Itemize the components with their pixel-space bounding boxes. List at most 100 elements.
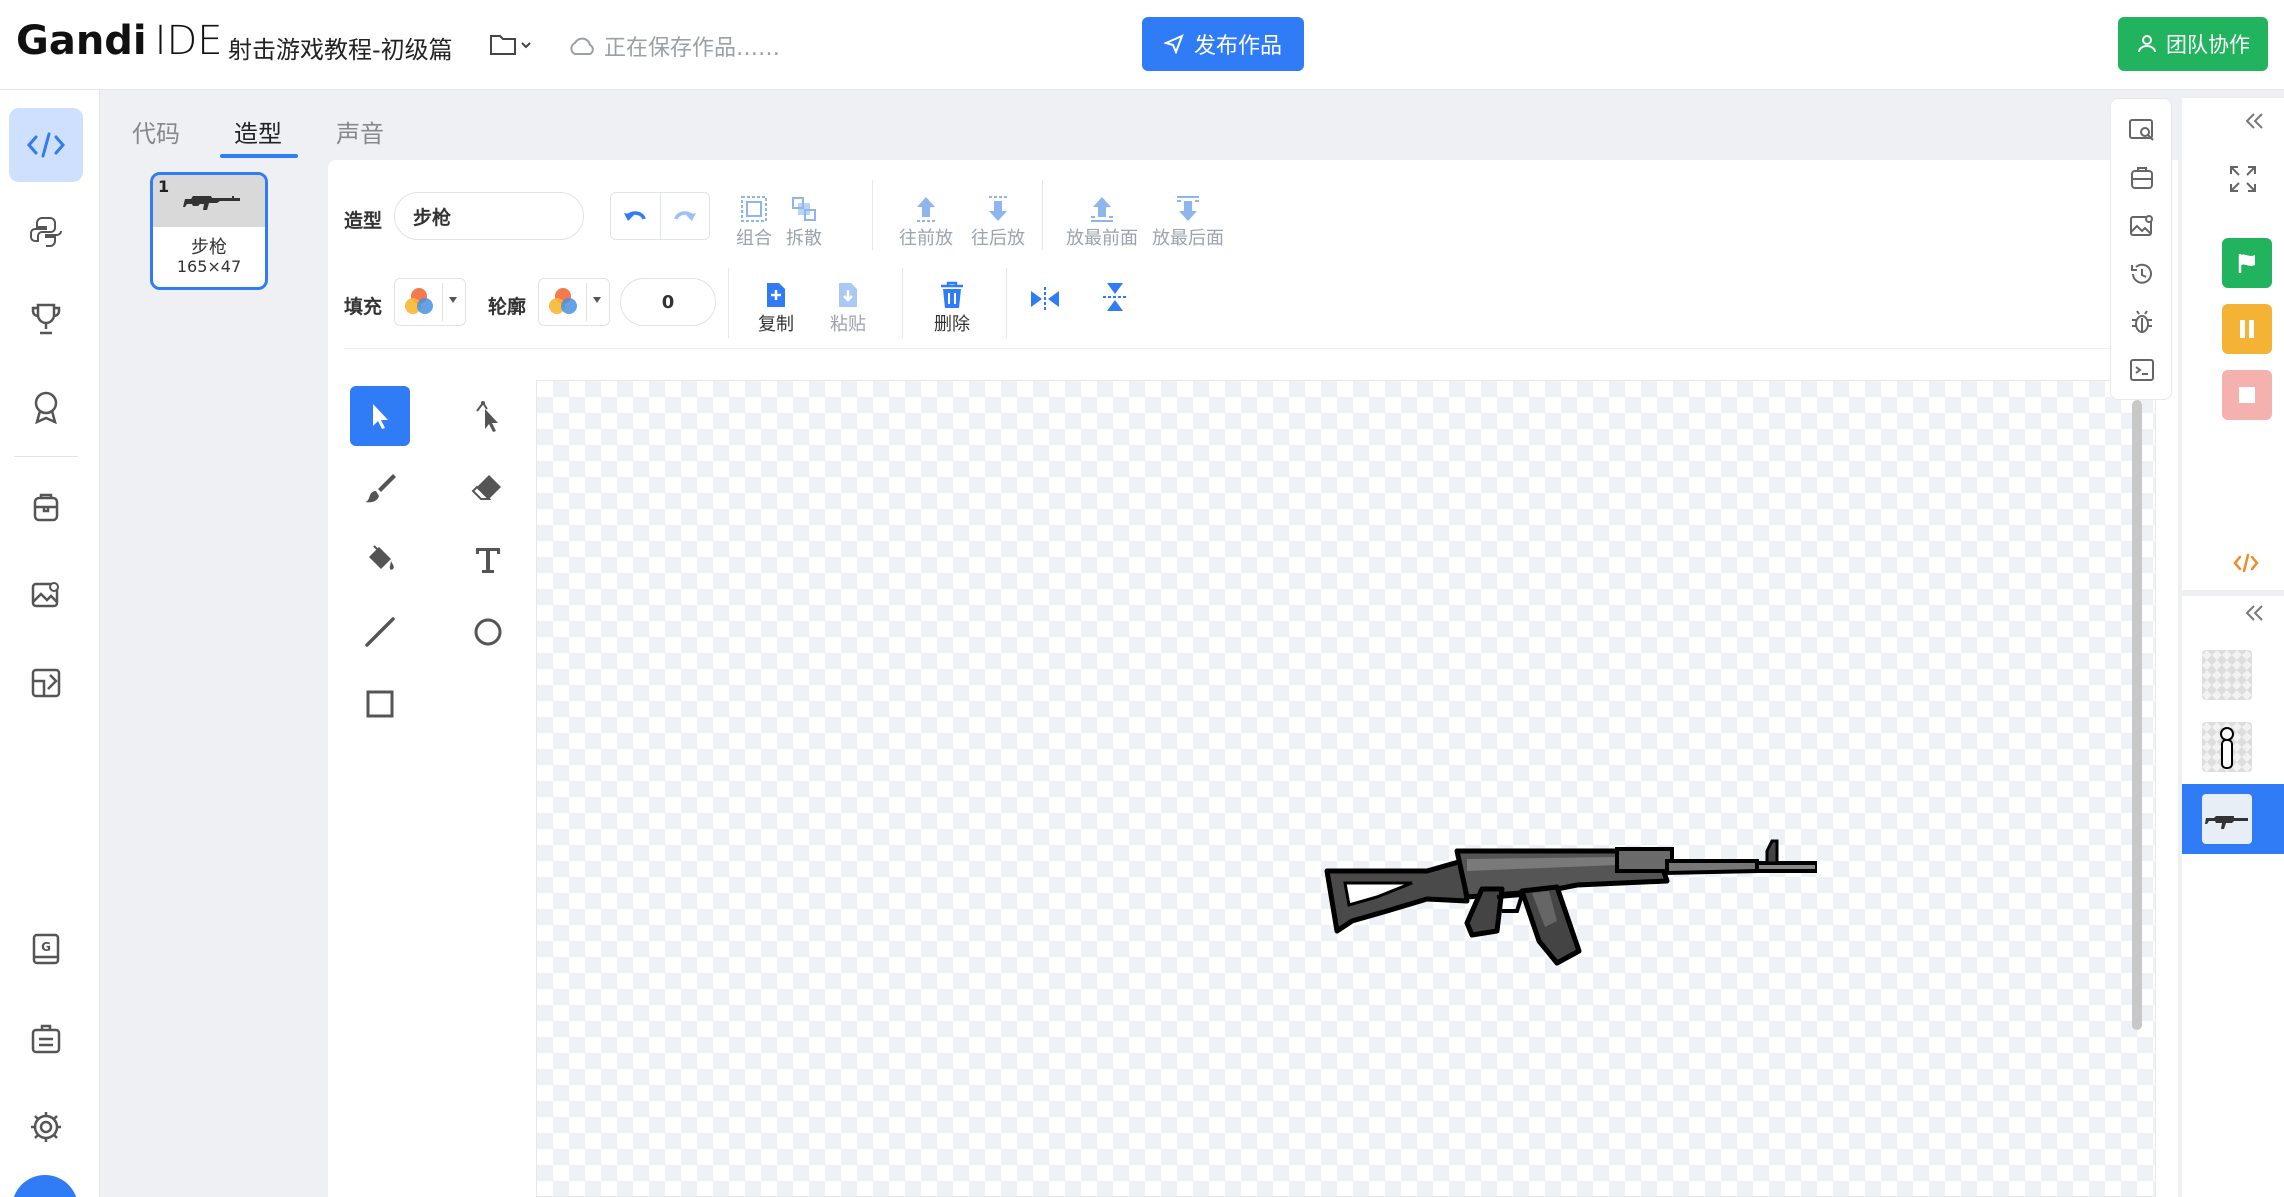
flag-icon (2238, 254, 2255, 273)
costume-thumbnail (153, 175, 265, 227)
rail-achievements-button[interactable] (9, 282, 83, 356)
line-icon (365, 617, 395, 647)
sprite-thumb-stage[interactable] (2202, 650, 2252, 700)
paint-canvas[interactable] (536, 380, 2156, 1197)
ungroup-button[interactable]: 拆散 (768, 182, 840, 250)
code-small-icon[interactable] (2232, 552, 2260, 574)
paste-button[interactable]: 粘贴 (812, 268, 884, 336)
side-tools-panel (2110, 98, 2172, 400)
chevron-double-left-icon[interactable] (2238, 598, 2268, 628)
tab-costumes[interactable]: 造型 (234, 114, 282, 149)
costume-item[interactable]: 1 步枪 165×47 (150, 172, 268, 290)
bug-icon (2132, 310, 2152, 333)
brush-tool[interactable] (350, 458, 410, 518)
publish-button[interactable]: 发布作品 (1142, 17, 1304, 71)
rifle-thumbnail-icon (183, 196, 240, 210)
rail-design-button[interactable] (9, 646, 83, 720)
brush-icon (365, 474, 396, 503)
circle-tool[interactable] (458, 602, 518, 662)
rectangle-tool[interactable] (350, 674, 410, 734)
pause-icon (2240, 320, 2254, 338)
toolbar-divider (1042, 180, 1043, 250)
toolbar-divider (902, 268, 903, 338)
rail-backpack-button[interactable] (9, 470, 83, 544)
flip-vertical-button[interactable] (1090, 272, 1140, 314)
app-logo[interactable]: Gandi IDE (16, 18, 223, 64)
line-tool[interactable] (350, 602, 410, 662)
undo-redo-group (610, 192, 710, 240)
fill-color-picker[interactable] (394, 278, 466, 326)
backward-button[interactable]: 往后放 (962, 182, 1034, 250)
asset-library-button[interactable] (2127, 211, 2157, 241)
rail-guide-button[interactable]: G (9, 912, 83, 986)
costume-index: 1 (158, 177, 170, 196)
costume-name-input[interactable]: 步枪 (394, 192, 584, 240)
toolbar-divider (872, 180, 873, 250)
history-button[interactable] (2127, 259, 2157, 289)
delete-button[interactable]: 删除 (916, 268, 988, 336)
undo-icon (624, 211, 646, 221)
save-status: 正在保存作品…… (568, 30, 780, 62)
costume-size: 165×47 (176, 257, 242, 276)
rail-badge-button[interactable] (9, 370, 83, 444)
search-button[interactable] (2127, 115, 2157, 145)
eraser-tool[interactable] (458, 458, 518, 518)
history-icon (2131, 263, 2152, 284)
paint-bucket-icon (369, 545, 394, 570)
chevron-double-left-icon[interactable] (2238, 106, 2268, 136)
send-to-back-button[interactable]: 放最后面 (1140, 182, 1236, 250)
redo-icon (674, 211, 696, 221)
outline-label: 轮廓 (488, 296, 527, 318)
forward-button[interactable]: 往前放 (890, 182, 962, 250)
rail-settings-button[interactable] (9, 1090, 83, 1164)
debug-button[interactable] (2127, 307, 2157, 337)
search-panel-icon (2129, 119, 2154, 141)
text-tool[interactable] (458, 530, 518, 590)
green-flag-button[interactable] (2222, 238, 2272, 288)
rail-code-button[interactable] (9, 108, 83, 182)
toolbar-divider (728, 268, 729, 338)
copy-button[interactable]: 复制 (740, 268, 812, 336)
terminal-icon (2130, 359, 2154, 381)
reshape-tool[interactable] (458, 386, 518, 446)
folder-icon (490, 35, 531, 55)
cursor-arrow-icon (373, 404, 388, 429)
rail-divider (14, 456, 78, 457)
folder-menu-button[interactable] (488, 30, 534, 60)
project-title[interactable]: 射击游戏教程-初级篇 (228, 30, 453, 65)
color-wheel-icon (405, 288, 433, 314)
outline-width-input[interactable]: 0 (620, 278, 716, 326)
python-icon (30, 217, 62, 247)
fill-tool[interactable] (350, 530, 410, 590)
sprite-thumb-character[interactable] (2202, 722, 2252, 772)
team-collaboration-button[interactable]: 团队协作 (2118, 17, 2268, 71)
tab-code[interactable]: 代码 (132, 114, 180, 149)
ungroup-icon (792, 197, 816, 221)
tab-sounds[interactable]: 声音 (336, 114, 384, 149)
editor-tabs: 代码 造型 声音 (100, 90, 2180, 158)
trophy-icon (31, 303, 61, 335)
backpack-icon (33, 493, 59, 522)
character-sprite-icon (2220, 727, 2234, 769)
pause-button[interactable] (2222, 304, 2272, 354)
canvas-vertical-scrollbar[interactable] (2132, 400, 2142, 1030)
flip-horizontal-button[interactable] (1020, 272, 1070, 314)
select-tool[interactable] (350, 386, 410, 446)
terminal-button[interactable] (2127, 355, 2157, 385)
rail-python-button[interactable] (9, 195, 83, 269)
redo-button[interactable] (661, 193, 710, 239)
undo-button[interactable] (611, 193, 661, 239)
outline-color-picker[interactable] (538, 278, 610, 326)
bring-to-front-button[interactable]: 放最前面 (1054, 182, 1150, 250)
sprite-item-selected[interactable] (2182, 784, 2284, 854)
user-avatar[interactable] (12, 1175, 78, 1197)
copy-icon (767, 283, 785, 307)
fullscreen-icon[interactable] (2228, 164, 2258, 194)
stop-button[interactable] (2222, 370, 2272, 420)
backpack-button[interactable] (2127, 163, 2157, 193)
rail-assets-button[interactable] (9, 558, 83, 632)
toolbar-divider (1006, 268, 1007, 338)
rifle-sprite-icon (2205, 816, 2248, 829)
rail-notes-button[interactable] (9, 1002, 83, 1076)
group-icon (741, 196, 767, 222)
